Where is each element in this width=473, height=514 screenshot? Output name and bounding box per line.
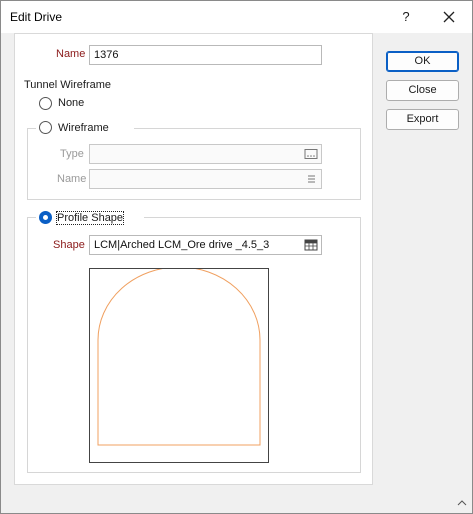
wireframe-group — [27, 128, 361, 200]
list-icon — [304, 173, 318, 185]
tunnel-wireframe-heading: Tunnel Wireframe — [24, 79, 112, 91]
shape-value: LCM|Arched LCM_Ore drive _4.5_3 — [94, 239, 270, 251]
wireframe-radio-label[interactable]: Wireframe — [58, 122, 109, 134]
none-radio[interactable] — [39, 97, 52, 110]
table-icon[interactable] — [304, 239, 318, 251]
profile-shape-radio-label[interactable]: Profile Shape — [55, 211, 125, 225]
browse-icon — [304, 148, 318, 160]
type-field — [89, 144, 322, 164]
edit-drive-dialog: Edit Drive ? Name 1376 Tunnel Wireframe … — [0, 0, 473, 514]
window-title: Edit Drive — [10, 10, 63, 24]
wireframe-radio[interactable] — [39, 121, 52, 134]
name-field[interactable]: 1376 — [89, 45, 322, 65]
name-label: Name — [56, 48, 86, 60]
export-button[interactable]: Export — [386, 109, 459, 130]
title-bar: Edit Drive ? — [1, 1, 472, 33]
shape-field[interactable]: LCM|Arched LCM_Ore drive _4.5_3 — [89, 235, 322, 255]
wireframe-name-label: Name — [57, 173, 87, 185]
profile-shape-radio[interactable] — [39, 211, 52, 224]
wireframe-name-field — [89, 169, 322, 189]
close-button[interactable]: Close — [386, 80, 459, 101]
profile-outline — [97, 266, 261, 446]
type-label: Type — [60, 148, 84, 160]
help-button[interactable]: ? — [395, 5, 417, 29]
resize-grip-icon[interactable] — [456, 497, 468, 507]
shape-label: Shape — [53, 239, 85, 251]
none-radio-label[interactable]: None — [58, 97, 84, 109]
profile-preview — [89, 266, 269, 463]
ok-button[interactable]: OK — [386, 51, 459, 72]
close-icon[interactable] — [437, 5, 461, 29]
